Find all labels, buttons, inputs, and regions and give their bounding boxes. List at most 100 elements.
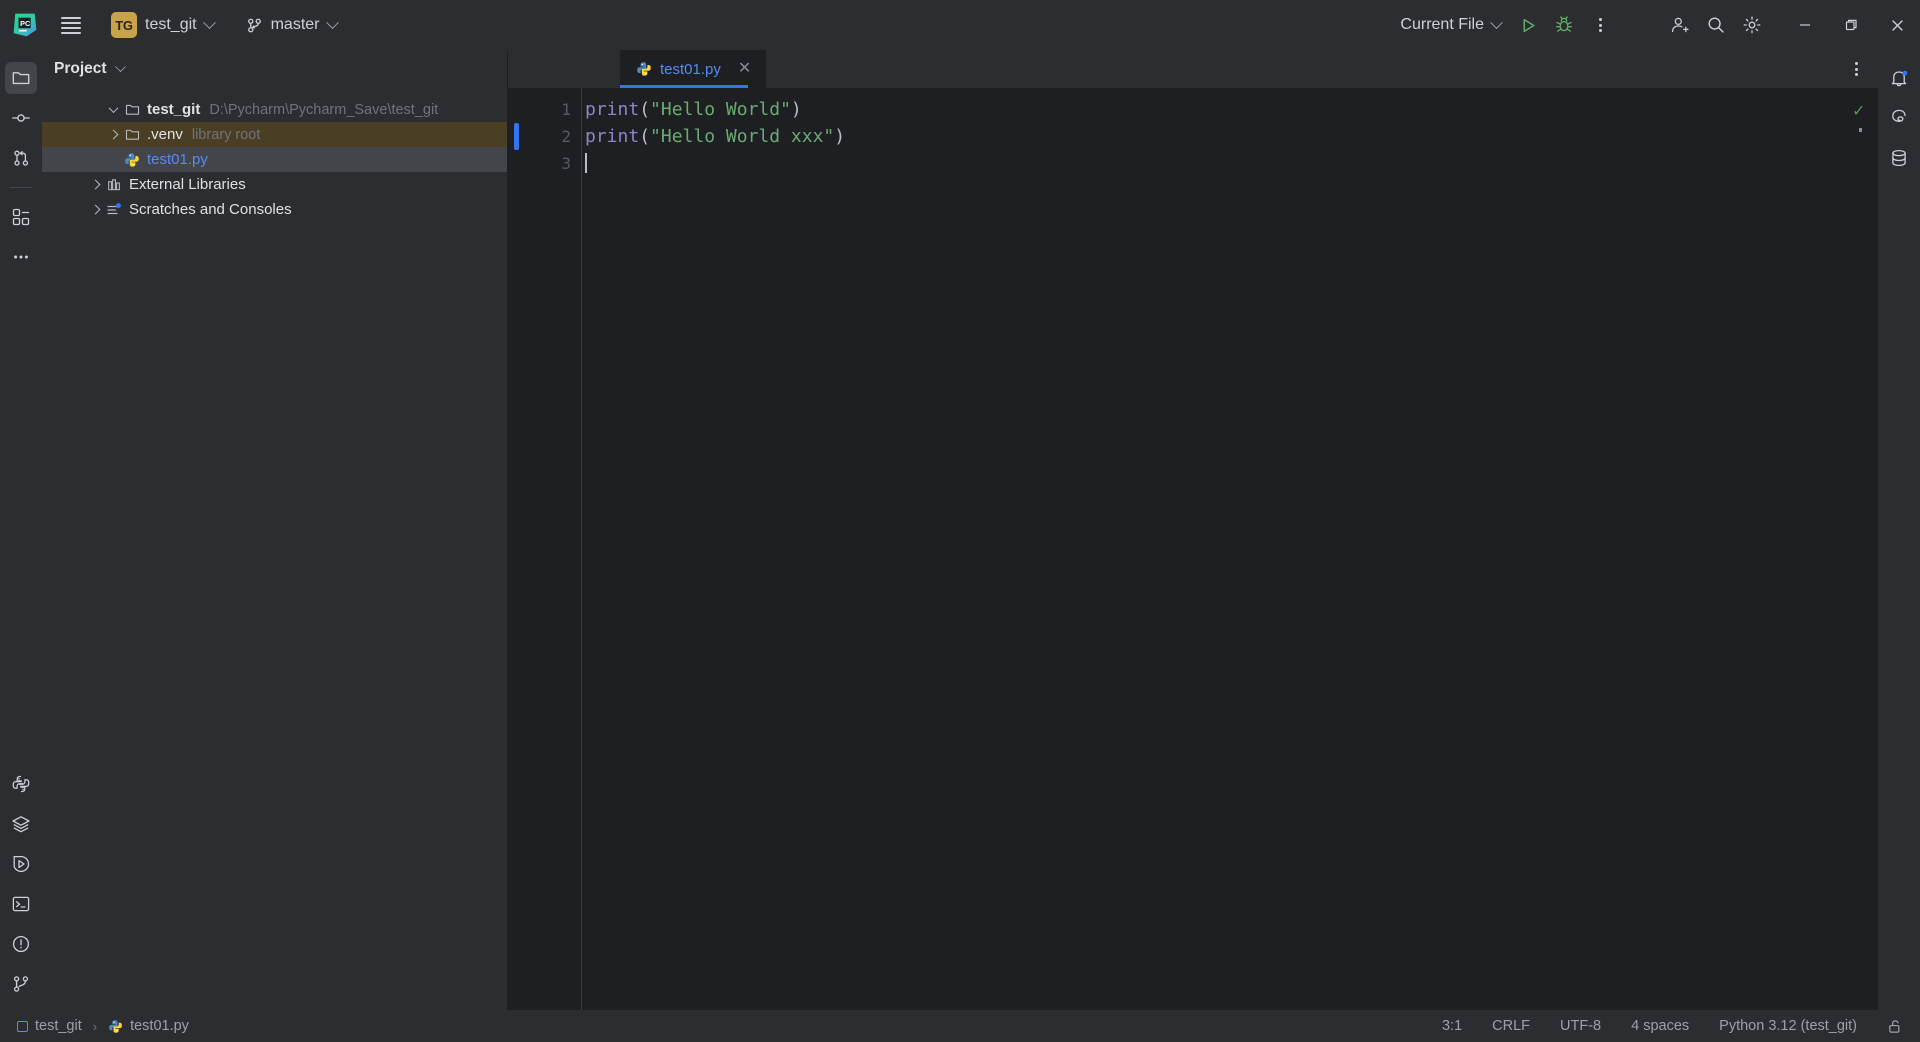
sidebar-item-problems[interactable] bbox=[5, 928, 37, 960]
sidebar-item-terminal[interactable] bbox=[5, 888, 37, 920]
git-branch-icon bbox=[11, 974, 31, 994]
breadcrumb-file[interactable]: test01.py bbox=[103, 1016, 194, 1036]
editor-gutter[interactable]: 1 2 3 bbox=[508, 88, 582, 1010]
main-body: Project test_git D:\Pycharm\Pycharm_Save… bbox=[0, 50, 1920, 1010]
sidebar-item-python-packages[interactable] bbox=[5, 768, 37, 800]
tree-row-scratches-and-consoles[interactable]: Scratches and Consoles bbox=[42, 197, 507, 222]
run-config-label: Current File bbox=[1400, 16, 1484, 33]
project-panel-header[interactable]: Project bbox=[42, 50, 507, 88]
tree-row-test_git[interactable]: test_git D:\Pycharm\Pycharm_Save\test_gi… bbox=[42, 97, 507, 122]
code-editor[interactable]: 1 2 3 print("Hello World") print("Hello … bbox=[508, 88, 1878, 1010]
tree-label: Scratches and Consoles bbox=[129, 201, 292, 218]
warning-circle-icon bbox=[11, 934, 31, 954]
line-number: 1 bbox=[561, 100, 571, 119]
chevron-down-icon[interactable] bbox=[104, 103, 122, 114]
editor-tab-label: test01.py bbox=[660, 60, 721, 78]
debug-button[interactable] bbox=[1546, 7, 1582, 43]
chevron-right-icon[interactable] bbox=[86, 179, 104, 190]
pull-request-icon bbox=[11, 148, 31, 168]
tree-row-external-libraries[interactable]: External Libraries bbox=[42, 172, 507, 197]
caret-position[interactable]: 3:1 bbox=[1438, 1016, 1466, 1036]
chevron-right-icon[interactable] bbox=[104, 129, 122, 140]
ai-assistant-icon bbox=[1889, 108, 1909, 128]
sidebar-item-pull-requests[interactable] bbox=[5, 142, 37, 174]
code-token-string: "Hello World xxx" bbox=[650, 126, 835, 147]
close-button[interactable] bbox=[1874, 0, 1920, 50]
tree-sublabel: library root bbox=[191, 126, 261, 143]
more-horizontal-icon bbox=[11, 247, 31, 267]
sidebar-item-ai-assistant[interactable] bbox=[1883, 102, 1915, 134]
text-caret bbox=[585, 153, 587, 173]
folder-icon bbox=[122, 127, 142, 142]
code-line-2: print("Hello World xxx") bbox=[585, 123, 1878, 150]
database-icon bbox=[1889, 148, 1909, 168]
more-vertical-icon[interactable] bbox=[1842, 55, 1870, 83]
tree-row-test01py[interactable]: test01.py bbox=[42, 147, 507, 172]
sidebar-item-database[interactable] bbox=[1883, 142, 1915, 174]
unlocked-icon[interactable] bbox=[1883, 1016, 1908, 1037]
code-line-1: print("Hello World") bbox=[585, 96, 1878, 123]
tree-label: .venv bbox=[147, 126, 183, 143]
run-configuration-selector[interactable]: Current File bbox=[1391, 9, 1510, 41]
bell-icon bbox=[1889, 68, 1909, 88]
more-actions-button[interactable] bbox=[1582, 7, 1618, 43]
tree-row-venv[interactable]: .venv library root bbox=[42, 122, 507, 147]
code-token-paren-close: ) bbox=[834, 126, 846, 147]
folder-icon bbox=[122, 102, 142, 117]
sidebar-item-run[interactable] bbox=[5, 848, 37, 880]
sidebar-item-notifications[interactable] bbox=[1883, 62, 1915, 94]
vcs-change-marker bbox=[514, 123, 519, 150]
branch-selector[interactable]: master bbox=[237, 9, 346, 41]
status-bar-right: 3:1 CRLF UTF-8 4 spaces Python 3.12 (tes… bbox=[1438, 1016, 1908, 1037]
file-encoding[interactable]: UTF-8 bbox=[1556, 1016, 1605, 1036]
code-vision-marker bbox=[1859, 128, 1862, 132]
sidebar-item-version-control[interactable] bbox=[5, 968, 37, 1000]
gear-icon bbox=[1742, 15, 1762, 35]
code-text[interactable]: print("Hello World") print("Hello World … bbox=[582, 88, 1878, 1010]
breadcrumb-project[interactable]: test_git bbox=[12, 1016, 87, 1036]
git-branch-icon bbox=[246, 17, 263, 34]
sidebar-item-more-tool-windows[interactable] bbox=[5, 241, 37, 273]
code-token-function: print bbox=[585, 99, 640, 120]
code-token-paren-open: ( bbox=[639, 99, 651, 120]
scratches-icon bbox=[104, 202, 124, 218]
code-token-string: "Hello World" bbox=[650, 99, 791, 120]
tab-bar-actions bbox=[766, 50, 1878, 88]
project-selector[interactable]: TG test_git bbox=[102, 9, 223, 41]
close-icon bbox=[1891, 19, 1904, 32]
run-play-icon bbox=[1520, 17, 1537, 34]
run-circle-icon bbox=[11, 854, 31, 874]
hamburger-menu-icon[interactable] bbox=[50, 0, 92, 50]
more-vertical-icon bbox=[1586, 11, 1614, 39]
sidebar-item-commit[interactable] bbox=[5, 102, 37, 134]
editor-tab-bar: test01.py ✕ bbox=[508, 50, 1878, 88]
tree-label: test_git bbox=[147, 101, 201, 118]
library-icon bbox=[104, 177, 124, 192]
code-token-paren-close: ) bbox=[790, 99, 802, 120]
run-button[interactable] bbox=[1510, 7, 1546, 43]
folder-icon bbox=[11, 68, 31, 88]
left-tool-stripe bbox=[0, 50, 42, 1010]
editor-tab-test01py[interactable]: test01.py ✕ bbox=[620, 50, 767, 88]
account-button[interactable] bbox=[1662, 7, 1698, 43]
debug-bug-icon bbox=[1555, 16, 1573, 34]
chevron-right-icon[interactable] bbox=[86, 204, 104, 215]
sidebar-item-project[interactable] bbox=[5, 62, 37, 94]
svg-text:PC: PC bbox=[20, 19, 31, 28]
status-bar: test_git › test01.py 3:1 CRLF UTF-8 4 sp… bbox=[0, 1010, 1920, 1042]
branch-name-label: master bbox=[270, 16, 320, 33]
inspection-ok-check[interactable]: ✓ bbox=[1853, 100, 1864, 121]
minimize-button[interactable] bbox=[1782, 0, 1828, 50]
sidebar-item-structure[interactable] bbox=[5, 201, 37, 233]
indent-setting[interactable]: 4 spaces bbox=[1627, 1016, 1693, 1036]
maximize-button[interactable] bbox=[1828, 0, 1874, 50]
python-interpreter[interactable]: Python 3.12 (test_git) bbox=[1715, 1016, 1861, 1036]
settings-button[interactable] bbox=[1734, 7, 1770, 43]
search-icon bbox=[1706, 15, 1726, 35]
breadcrumb-separator: › bbox=[92, 1018, 98, 1034]
line-separator[interactable]: CRLF bbox=[1488, 1016, 1534, 1036]
close-icon[interactable]: ✕ bbox=[735, 59, 754, 79]
sidebar-item-services-layers[interactable] bbox=[5, 808, 37, 840]
chevron-down-icon bbox=[325, 15, 339, 29]
search-everywhere-button[interactable] bbox=[1698, 7, 1734, 43]
